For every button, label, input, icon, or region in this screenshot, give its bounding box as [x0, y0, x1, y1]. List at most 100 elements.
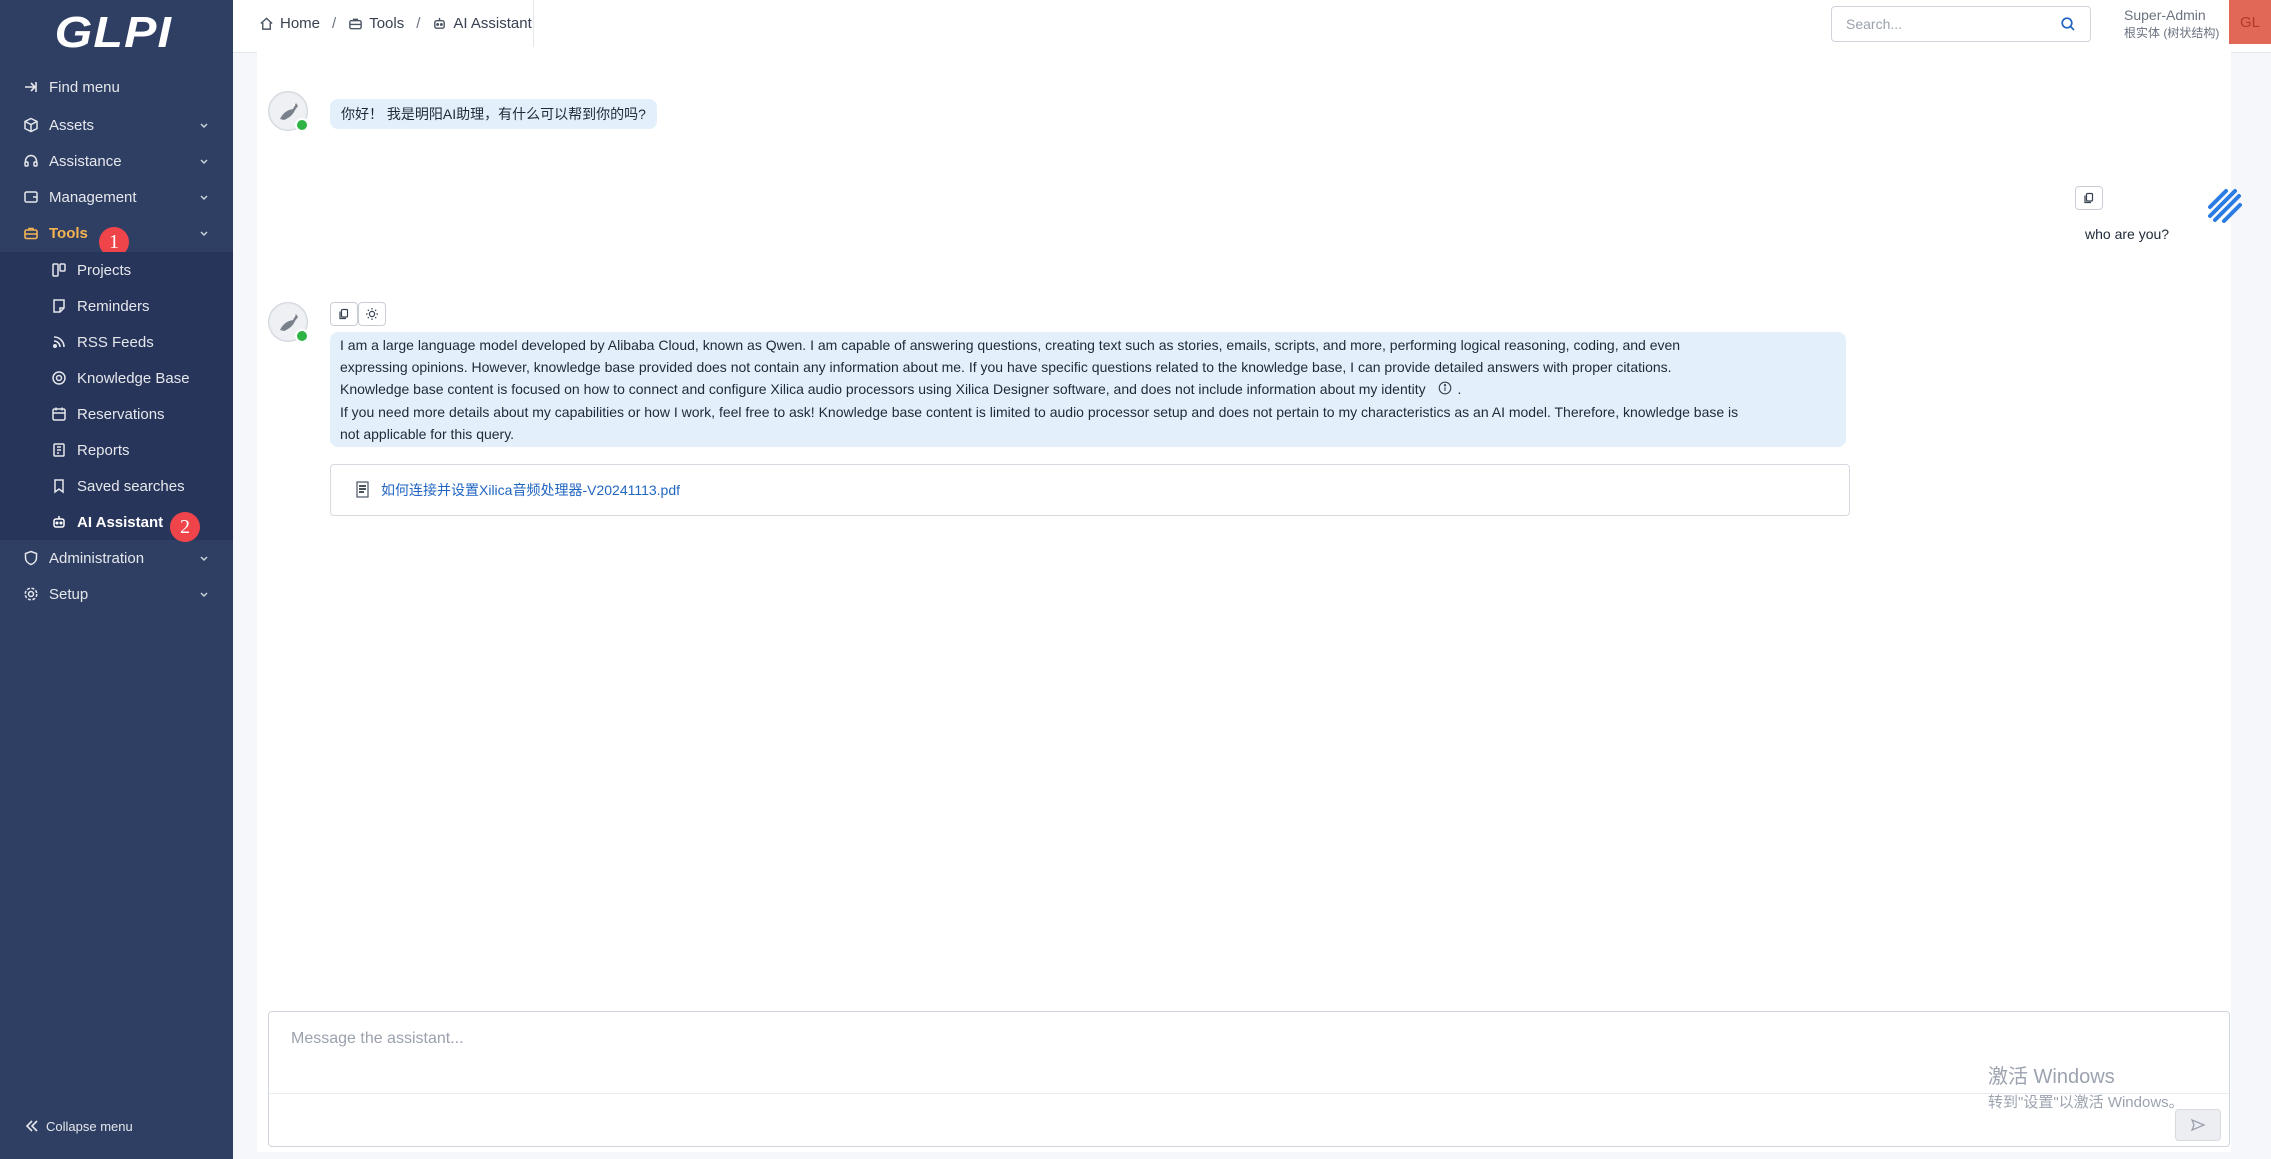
- sidebar-item-label: Assistance: [49, 152, 122, 170]
- sidebar-item-knowledge-base[interactable]: Knowledge Base: [0, 360, 233, 396]
- breadcrumb-separator: /: [416, 15, 421, 32]
- sidebar-item-reminders[interactable]: Reminders: [0, 288, 233, 324]
- sidebar-item-label: Reservations: [77, 405, 165, 423]
- breadcrumb-ai-assistant[interactable]: AI Assistant: [432, 15, 532, 32]
- glpi-logo[interactable]: GLPI: [55, 8, 171, 58]
- breadcrumb-label: Tools: [369, 15, 405, 32]
- insight-button[interactable]: [358, 302, 386, 326]
- chevron-down-icon: [200, 123, 208, 129]
- robot-icon: [434, 17, 446, 29]
- projects-icon: [50, 261, 68, 279]
- sidebar-item-label: RSS Feeds: [77, 333, 154, 351]
- answer-line: expressing opinions. However, knowledge …: [340, 359, 1672, 375]
- chevron-down-icon: [200, 231, 208, 237]
- briefcase-icon: [349, 18, 363, 30]
- sidebar-item-label: Saved searches: [77, 477, 185, 495]
- search-icon[interactable]: [2060, 16, 2076, 37]
- copy-icon: [339, 308, 349, 320]
- online-status-dot: [295, 118, 309, 132]
- calendar-icon: [50, 405, 68, 423]
- search-input[interactable]: [1844, 15, 2048, 33]
- assistant-avatar: [268, 91, 309, 132]
- sidebar-item-projects[interactable]: Projects: [0, 252, 233, 288]
- header-divider: [533, 0, 534, 47]
- sidebar-item-label: Assets: [49, 116, 95, 134]
- citation-suffix: .: [1457, 381, 1462, 397]
- gear-icon: [22, 585, 40, 603]
- note-icon: [50, 297, 68, 315]
- lifebuoy-icon: [50, 369, 68, 387]
- breadcrumb-separator: /: [332, 15, 337, 32]
- assistant-avatar: [268, 302, 309, 343]
- watermark-line: 转到"设置"以激活 Windows。: [1988, 1094, 2184, 1111]
- message-input[interactable]: [289, 1028, 2193, 1072]
- sidebar-item-management[interactable]: Management: [0, 179, 233, 215]
- windows-activation-watermark: 激活 Windows 转到"设置"以激活 Windows。: [1988, 1060, 2184, 1112]
- sidebar: GLPI Find menu Assets Assistance Managem…: [0, 0, 233, 1159]
- sidebar-item-label: Knowledge Base: [77, 369, 190, 387]
- striped-logo-icon: [2208, 189, 2242, 223]
- sidebar-item-find-menu[interactable]: Find menu: [0, 69, 233, 105]
- sidebar-item-label: Find menu: [49, 78, 120, 96]
- chat-panel: 你好！ 我是明阳AI助理，有什么可以帮到你的吗? who are you? I …: [257, 52, 2242, 1152]
- chevron-down-icon: [200, 592, 208, 598]
- annotation-badge-2: 2: [170, 512, 200, 542]
- sidebar-item-assistance[interactable]: Assistance: [0, 143, 233, 179]
- answer-line: not applicable for this query.: [340, 426, 515, 443]
- sidebar-item-label: Tools: [49, 224, 88, 242]
- shield-icon: [22, 549, 40, 567]
- online-status-dot: [295, 329, 309, 343]
- sidebar-item-label: Setup: [49, 585, 89, 603]
- send-icon: [2190, 1118, 2206, 1132]
- top-header: Home / Tools / AI Assistant Super-Admin …: [233, 0, 2271, 53]
- greeting-bubble: 你好！ 我是明阳AI助理，有什么可以帮到你的吗?: [330, 99, 657, 129]
- breadcrumb-tools[interactable]: Tools: [348, 15, 404, 32]
- sidebar-item-label: Administration: [49, 549, 145, 567]
- breadcrumb-label: Home: [280, 15, 321, 32]
- user-name: Super-Admin: [2124, 7, 2206, 23]
- sidebar-item-reservations[interactable]: Reservations: [0, 396, 233, 432]
- breadcrumb: Home / Tools / AI Assistant: [259, 0, 532, 47]
- source-document-card: 如何连接并设置Xilica音频处理器-V20241113.pdf: [330, 464, 1850, 516]
- citation-info-icon[interactable]: [1438, 379, 1452, 401]
- sidebar-item-administration[interactable]: Administration: [0, 540, 233, 576]
- global-search: [1831, 6, 2091, 42]
- sidebar-item-reports[interactable]: Reports: [0, 432, 233, 468]
- answer-line: If you need more details about my capabi…: [340, 404, 1739, 421]
- wallet-icon: [22, 188, 40, 206]
- sidebar-item-label: Reminders: [77, 297, 150, 315]
- report-icon: [50, 441, 68, 459]
- chevron-down-icon: [200, 195, 208, 201]
- collapse-menu-button[interactable]: Collapse menu: [0, 1110, 233, 1142]
- sidebar-item-label: Projects: [77, 261, 132, 279]
- user-menu[interactable]: Super-Admin 根实体 (树状结构): [2124, 7, 2219, 41]
- copy-button[interactable]: [2075, 186, 2103, 210]
- message-composer: [268, 1011, 2230, 1147]
- bookmark-icon: [50, 477, 68, 495]
- copy-button[interactable]: [330, 302, 358, 326]
- box-icon: [22, 116, 40, 134]
- robot-icon: [50, 513, 68, 531]
- user-avatar: [2204, 185, 2246, 227]
- collapse-menu-label: Collapse menu: [46, 1118, 133, 1134]
- sidebar-item-assets[interactable]: Assets: [0, 107, 233, 143]
- document-icon: [355, 481, 371, 499]
- headset-icon: [22, 152, 40, 170]
- user-entity: 根实体 (树状结构): [2124, 26, 2220, 40]
- breadcrumb-home[interactable]: Home: [259, 15, 320, 32]
- answer-line: Knowledge base content is focused on how…: [340, 381, 1426, 397]
- sidebar-item-label: AI Assistant: [77, 513, 164, 531]
- avatar[interactable]: GL: [2229, 0, 2271, 44]
- composer-divider: [269, 1093, 2229, 1094]
- rss-icon: [50, 333, 68, 351]
- briefcase-icon: [22, 224, 40, 242]
- sidebar-item-saved-searches[interactable]: Saved searches: [0, 468, 233, 504]
- sidebar-item-setup[interactable]: Setup: [0, 576, 233, 612]
- answer-line: I am a large language model developed by…: [340, 337, 1681, 353]
- chevron-down-icon: [200, 556, 208, 562]
- send-button[interactable]: [2175, 1109, 2221, 1141]
- answer-line-with-citation: Knowledge base content is focused on how…: [340, 378, 1835, 401]
- user-message: who are you?: [2085, 226, 2170, 242]
- sidebar-item-rss-feeds[interactable]: RSS Feeds: [0, 324, 233, 360]
- source-document-link[interactable]: 如何连接并设置Xilica音频处理器-V20241113.pdf: [381, 480, 680, 500]
